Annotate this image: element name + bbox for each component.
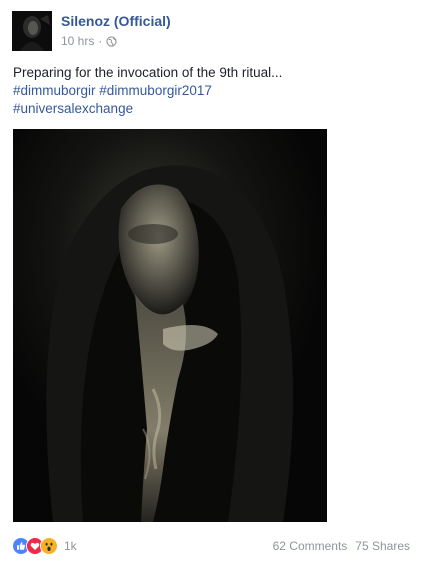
hashtag-link[interactable]: #dimmuborgir2017 — [99, 83, 212, 98]
post-stats: 62 Comments 75 Shares — [273, 539, 410, 553]
wow-icon — [40, 537, 58, 555]
meta-separator: · — [98, 34, 103, 48]
hashtag-line: #dimmuborgir #dimmuborgir2017 — [13, 82, 411, 100]
comments-count-link[interactable]: 62 Comments — [273, 539, 348, 553]
hashtag-line: #universalexchange — [13, 100, 411, 118]
shares-count-link[interactable]: 75 Shares — [355, 539, 410, 553]
post-photo[interactable] — [13, 129, 327, 522]
post-text: Preparing for the invocation of the 9th … — [13, 64, 411, 118]
author-avatar[interactable] — [12, 11, 52, 51]
post-footer: 1k 62 Comments 75 Shares — [12, 536, 416, 556]
reactions-summary[interactable]: 1k — [12, 537, 77, 555]
hashtag-link[interactable]: #universalexchange — [13, 101, 133, 116]
post-message: Preparing for the invocation of the 9th … — [13, 65, 283, 80]
post-timestamp[interactable]: 10 hrs — [61, 34, 94, 48]
facebook-post: Silenoz (Official) 10 hrs · Preparing fo… — [0, 0, 422, 563]
hashtag-link[interactable]: #dimmuborgir — [13, 83, 96, 98]
globe-icon[interactable] — [106, 35, 117, 47]
reaction-count: 1k — [64, 539, 77, 553]
author-name[interactable]: Silenoz (Official) — [61, 13, 171, 29]
post-meta: 10 hrs · — [61, 34, 117, 48]
